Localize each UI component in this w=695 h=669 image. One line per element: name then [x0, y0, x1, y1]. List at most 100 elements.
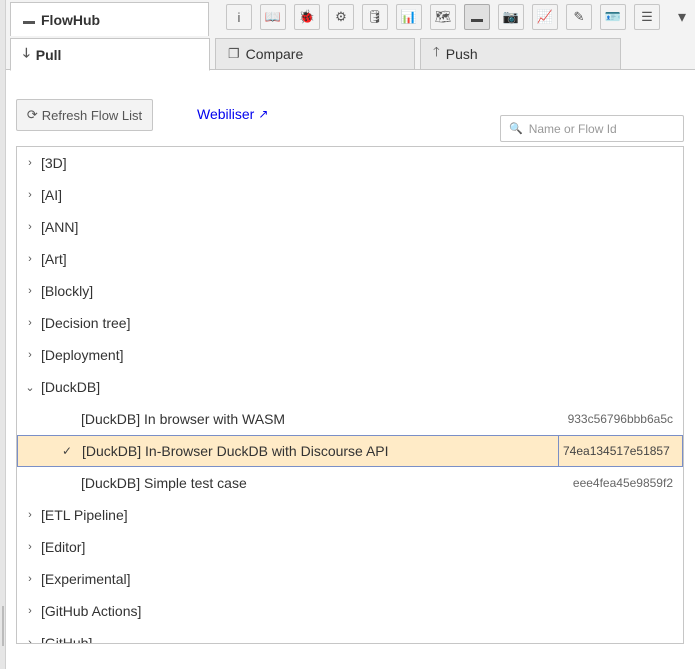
search-icon: 🔍 [509, 123, 523, 135]
tree-group-label: [3D] [41, 155, 67, 171]
chevron-right-icon: › [28, 573, 32, 585]
flow-row[interactable]: [DuckDB] Simple test case eee4fea45e9859f… [17, 467, 683, 499]
search-field[interactable]: 🔍 [500, 115, 684, 142]
tree-group[interactable]: › [3D] [17, 147, 683, 179]
minus-icon [471, 19, 483, 22]
info-button[interactable]: i [226, 4, 252, 30]
tab-push-label: Push [445, 46, 478, 62]
external-link-icon: ↗ [258, 107, 269, 121]
tree-group[interactable]: › [Deployment] [17, 339, 683, 371]
bar-chart-icon: 📊 [400, 9, 418, 24]
panel-title: FlowHub [41, 11, 101, 28]
tab-pull[interactable]: 🡓 Pull [10, 38, 210, 71]
arrow-down-icon: 🡓 [23, 44, 30, 60]
flow-tree[interactable]: › [3D] › [AI] › [ANN] › [Art] › [Blockly] › [Decisi… [16, 146, 684, 644]
gear-icon: ⚙ [335, 9, 347, 24]
tree-group[interactable]: ⌄ [DuckDB] [17, 371, 683, 403]
search-input[interactable] [528, 121, 679, 136]
collapse-dash-icon [23, 21, 35, 24]
flowhub-panel: FlowHub i 📖 🐞 ⚙ 🛢 📊 🗺 📷 📈 ✎ 🪪 ☰ ▾ 🡓 Pull ❐ Compare … [6, 0, 695, 669]
tree-group-label: [Art] [41, 251, 67, 267]
arrow-up-icon: 🡑 [433, 44, 440, 59]
tab-compare[interactable]: ❐ Compare [215, 38, 415, 70]
tree-group[interactable]: › [AI] [17, 179, 683, 211]
check-circle-icon: ✓ [62, 444, 73, 458]
flow-label: [DuckDB] Simple test case [81, 475, 247, 491]
chevron-right-icon: › [28, 637, 32, 644]
chevron-down-icon: ⌄ [25, 381, 35, 394]
map-button[interactable]: 🗺 [430, 4, 456, 30]
chevron-right-icon: › [28, 221, 32, 233]
minus-button[interactable] [464, 4, 490, 30]
flow-id: 74ea134517e51857 [563, 444, 670, 458]
webiliser-label: Webiliser [197, 106, 255, 122]
refresh-label: Refresh Flow List [41, 107, 143, 123]
chevron-right-icon: › [28, 285, 32, 297]
tree-group-label: [ANN] [41, 219, 79, 235]
panel-header: FlowHub i 📖 🐞 ⚙ 🛢 📊 🗺 📷 📈 ✎ 🪪 ☰ ▾ [6, 0, 695, 36]
flowhub-title-tab[interactable]: FlowHub [10, 2, 209, 36]
id-card-icon: 🪪 [604, 9, 622, 24]
tree-group[interactable]: › [Decision tree] [17, 307, 683, 339]
tree-group-label: [AI] [41, 187, 63, 203]
tab-compare-label: Compare [245, 46, 304, 62]
camera-button[interactable]: 📷 [498, 4, 524, 30]
refresh-flow-list-button[interactable]: ⟳ Refresh Flow List [16, 99, 153, 131]
column-divider [558, 436, 559, 466]
edit-button[interactable]: ✎ [566, 4, 592, 30]
chevron-right-icon: › [28, 541, 32, 553]
tree-group-label: [GitHub] [41, 635, 93, 644]
book-button[interactable]: 📖 [260, 4, 286, 30]
tree-group[interactable]: › [GitHub Actions] [17, 595, 683, 627]
database-icon: 🛢 [366, 9, 384, 24]
tree-group-label: [Blockly] [41, 283, 94, 299]
gear-button[interactable]: ⚙ [328, 4, 354, 30]
chevron-right-icon: › [28, 317, 32, 329]
bug-button[interactable]: 🐞 [294, 4, 320, 30]
tree-group[interactable]: › [Art] [17, 243, 683, 275]
tree-group[interactable]: › [GitHub] [17, 627, 683, 644]
tree-group[interactable]: › [Editor] [17, 531, 683, 563]
tree-group-label: [Experimental] [41, 571, 131, 587]
flow-id: 933c56796bbb6a5c [567, 412, 673, 426]
chevron-down-icon[interactable]: ▾ [670, 4, 694, 30]
tab-push[interactable]: 🡑 Push [420, 38, 621, 70]
book-icon: 📖 [264, 9, 282, 24]
id-card-button[interactable]: 🪪 [600, 4, 626, 30]
tree-group-label: [ETL Pipeline] [41, 507, 128, 523]
copy-icon: ❐ [228, 46, 240, 61]
flow-label: [DuckDB] In-Browser DuckDB with Discours… [82, 443, 389, 459]
flow-id: eee4fea45e9859f2 [572, 476, 673, 490]
info-icon: i [237, 9, 241, 25]
area-chart-icon: 📈 [536, 9, 554, 24]
tree-group-label: [GitHub Actions] [41, 603, 142, 619]
database-button[interactable]: 🛢 [362, 4, 388, 30]
webiliser-link[interactable]: Webiliser ↗ [197, 106, 268, 122]
chevron-right-icon: › [28, 349, 32, 361]
tree-group-label: [DuckDB] [41, 379, 101, 395]
outdent-icon: ☰ [641, 9, 653, 24]
tree-group-label: [Decision tree] [41, 315, 131, 331]
flow-row[interactable]: ✓ [DuckDB] In-Browser DuckDB with Discour… [17, 435, 683, 467]
chevron-right-icon: › [28, 605, 32, 617]
tree-group[interactable]: › [ANN] [17, 211, 683, 243]
outdent-button[interactable]: ☰ [634, 4, 660, 30]
tree-group-label: [Editor] [41, 539, 86, 555]
bug-icon: 🐞 [298, 9, 316, 24]
edit-icon: ✎ [573, 9, 585, 24]
tree-group[interactable]: › [Blockly] [17, 275, 683, 307]
camera-icon: 📷 [502, 9, 520, 24]
flow-label: [DuckDB] In browser with WASM [81, 411, 286, 427]
tab-pull-label: Pull [35, 46, 62, 63]
splitter-grip[interactable] [2, 606, 4, 646]
flow-row[interactable]: [DuckDB] In browser with WASM 933c56796bb… [17, 403, 683, 435]
tree-group[interactable]: › [Experimental] [17, 563, 683, 595]
chevron-right-icon: › [28, 509, 32, 521]
chevron-right-icon: › [28, 157, 32, 169]
area-chart-button[interactable]: 📈 [532, 4, 558, 30]
tree-group-label: [Deployment] [41, 347, 124, 363]
flowhub-tabs: 🡓 Pull ❐ Compare 🡑 Push [6, 36, 695, 71]
tree-group[interactable]: › [ETL Pipeline] [17, 499, 683, 531]
refresh-icon: ⟳ [26, 107, 38, 122]
bar-chart-button[interactable]: 📊 [396, 4, 422, 30]
